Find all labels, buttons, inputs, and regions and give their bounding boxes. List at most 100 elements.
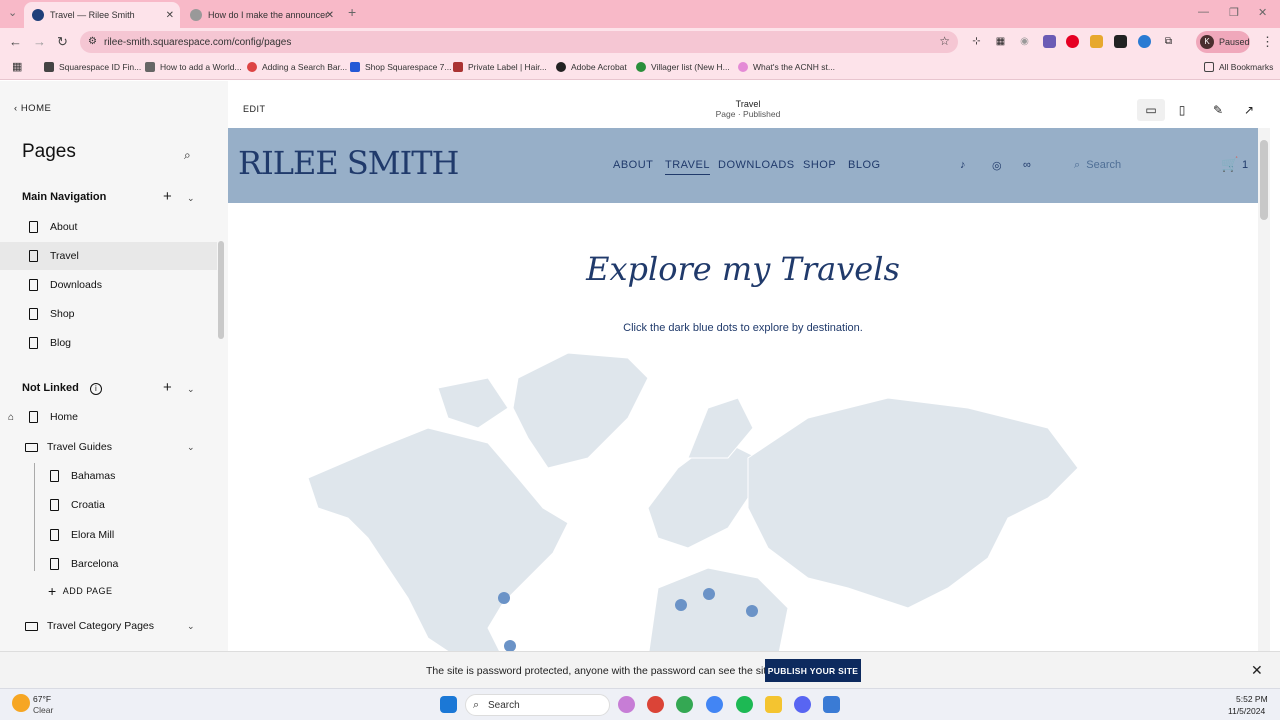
restore-icon[interactable]: ❐ — [1229, 6, 1239, 19]
sidebar-item-shop[interactable]: Shop — [0, 300, 217, 328]
publish-site-button[interactable]: PUBLISH YOUR SITE — [765, 659, 861, 682]
scroll-thumb[interactable] — [1260, 140, 1268, 220]
bookmark-item[interactable]: Villager list (New H... — [636, 62, 730, 72]
pages-title: Pages — [22, 141, 76, 162]
edit-button[interactable]: EDIT — [243, 104, 266, 114]
extension-blue-icon[interactable] — [1138, 35, 1151, 48]
site-styles-icon[interactable]: ✎ — [1204, 99, 1232, 121]
extension-icon[interactable]: ⊹ — [970, 35, 983, 48]
folder-icon — [25, 442, 38, 452]
close-tab-icon[interactable]: ✕ — [166, 10, 174, 21]
mobile-view-icon[interactable]: ▯ — [1168, 99, 1196, 121]
bookmark-item[interactable]: Shop Squarespace 7... — [350, 62, 451, 72]
main-navigation-label: Main Navigation — [22, 191, 107, 203]
weather-temp: 67°F — [33, 694, 52, 704]
apps-icon[interactable]: ▦ — [12, 60, 22, 73]
close-tab-icon[interactable]: ✕ — [326, 10, 334, 21]
destination-dot[interactable] — [675, 599, 687, 611]
chevron-down-icon[interactable]: ⌄ — [187, 442, 195, 453]
sidebar-item-elora-mill[interactable]: Elora Mill — [0, 521, 217, 549]
discord-icon[interactable] — [794, 696, 811, 713]
bookmark-item[interactable]: Squarespace ID Fin... — [44, 62, 141, 72]
sidebar-item-croatia[interactable]: Croatia — [0, 491, 217, 519]
sidebar-item-downloads[interactable]: Downloads — [0, 271, 217, 299]
camera-icon[interactable]: ◉ — [1018, 35, 1031, 48]
chevron-down-icon[interactable]: ⌄ — [187, 384, 195, 395]
sidebar-item-travel[interactable]: Travel — [0, 242, 217, 270]
forward-icon[interactable]: → — [33, 34, 46, 49]
sidebar-scrollbar[interactable] — [218, 241, 224, 339]
file-explorer-icon[interactable] — [765, 696, 782, 713]
address-bar[interactable]: ⚙ rilee-smith.squarespace.com/config/pag… — [80, 31, 958, 53]
sidebar-item-blog[interactable]: Blog — [0, 329, 217, 357]
editor-header: EDIT Travel Page · Published ▭ ▯ ✎ ↗ — [228, 91, 1269, 128]
add-page-button[interactable]: + ADD PAGE — [48, 583, 113, 599]
page-icon — [50, 470, 59, 482]
spotify-icon[interactable] — [736, 696, 753, 713]
page-name: Travel — [735, 99, 761, 109]
bookmark-item[interactable]: Private Label | Hair... — [453, 62, 547, 72]
squarespace-favicon-icon — [32, 9, 44, 21]
add-icon[interactable]: + — [163, 379, 172, 396]
sidebar-item-travel-guides[interactable]: Travel Guides ⌄ — [0, 433, 217, 461]
chevron-down-icon[interactable]: ⌄ — [187, 621, 195, 632]
squarespace-icon — [44, 62, 54, 72]
add-icon[interactable]: + — [163, 188, 172, 205]
page-icon — [29, 411, 38, 423]
site-info-icon[interactable]: ⚙ — [88, 36, 97, 47]
pinterest-icon[interactable] — [1066, 35, 1079, 48]
start-icon[interactable] — [440, 696, 457, 713]
menu-kebab-icon[interactable]: ⋮ — [1261, 34, 1274, 50]
new-tab-icon[interactable]: + — [348, 4, 356, 20]
sidebar-item-home[interactable]: ⌂ Home — [0, 403, 217, 431]
bookmark-item[interactable]: Adobe Acrobat — [556, 62, 627, 72]
close-window-icon[interactable]: ✕ — [1258, 6, 1267, 19]
extension-orange-icon[interactable] — [1090, 35, 1103, 48]
desktop-view-icon[interactable]: ▭ — [1137, 99, 1165, 121]
back-home-button[interactable]: ‹ HOME — [14, 103, 51, 114]
open-external-icon[interactable]: ↗ — [1235, 99, 1263, 121]
sidebar-item-barcelona[interactable]: Barcelona — [0, 550, 217, 578]
all-bookmarks[interactable]: All Bookmarks — [1204, 62, 1273, 72]
close-icon[interactable]: ✕ — [1251, 662, 1263, 679]
sidebar-item-bahamas[interactable]: Bahamas — [0, 462, 217, 490]
destination-dot[interactable] — [703, 588, 715, 600]
sidebar-item-about[interactable]: About — [0, 213, 217, 241]
apps-grid-icon[interactable]: ▦ — [994, 35, 1007, 48]
chrome-icon[interactable] — [647, 696, 664, 713]
destination-dot[interactable] — [746, 605, 758, 617]
search-icon: ⌕ — [473, 699, 480, 711]
minimize-icon[interactable]: — — [1198, 6, 1209, 18]
photos-icon[interactable] — [823, 696, 840, 713]
reload-icon[interactable]: ↻ — [57, 34, 68, 50]
preview-scrollbar[interactable] — [1258, 128, 1270, 651]
info-icon[interactable]: i — [89, 383, 102, 395]
homepage-icon: ⌂ — [8, 411, 15, 423]
sidebar-item-travel-category-pages[interactable]: Travel Category Pages ⌄ — [0, 612, 217, 640]
back-icon[interactable]: ← — [9, 34, 22, 49]
copilot-icon[interactable] — [618, 696, 635, 713]
chevron-down-icon[interactable]: ⌄ — [187, 193, 195, 204]
taskbar-search[interactable]: ⌕ Search — [465, 694, 610, 716]
page-icon — [29, 308, 38, 320]
bookmark-item[interactable]: How to add a World... — [145, 62, 242, 72]
weather-icon[interactable] — [12, 694, 30, 712]
help-favicon-icon — [190, 9, 202, 21]
tab-search-icon[interactable]: ⌄ — [8, 6, 17, 19]
bookmark-item[interactable]: Adding a Search Bar... — [247, 62, 347, 72]
extension-badge-icon[interactable] — [1043, 35, 1056, 48]
k-icon — [350, 62, 360, 72]
tab-help[interactable]: How do I make the announcem ✕ — [182, 2, 340, 28]
bookmark-item[interactable]: What's the ACNH st... — [738, 62, 835, 72]
page-icon — [50, 499, 59, 511]
profile-button[interactable]: K Paused — [1196, 31, 1250, 53]
destination-dot[interactable] — [504, 640, 516, 651]
chrome-profile-icon[interactable] — [676, 696, 693, 713]
chrome-active-icon[interactable] — [706, 696, 723, 713]
extension-dark-icon[interactable] — [1114, 35, 1127, 48]
tab-travel[interactable]: Travel — Rilee Smith ✕ — [24, 2, 180, 28]
extensions-puzzle-icon[interactable]: ⧉ — [1162, 35, 1175, 48]
destination-dot[interactable] — [498, 592, 510, 604]
bookmark-star-icon[interactable]: ☆ — [939, 34, 950, 48]
search-icon[interactable]: ⌕ — [184, 148, 191, 163]
